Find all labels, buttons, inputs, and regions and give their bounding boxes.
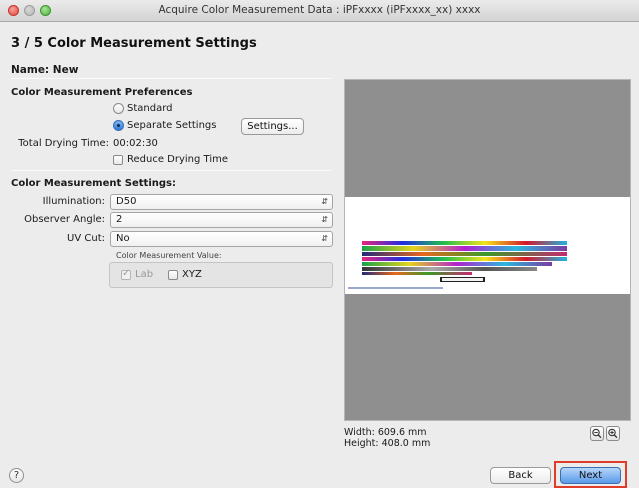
zoom-out-icon (592, 428, 602, 439)
print-preview (344, 79, 631, 421)
reduce-drying-checkbox-control[interactable] (113, 154, 123, 165)
uv-cut-select[interactable]: No ⇵ (110, 231, 333, 247)
color-chart-image (348, 241, 567, 289)
preview-width: Width: 609.6 mm (344, 427, 427, 438)
separate-settings-radio[interactable]: Separate Settings (113, 120, 216, 131)
divider (11, 78, 331, 79)
uv-cut-value: No (116, 233, 130, 244)
reduce-drying-label: Reduce Drying Time (127, 154, 229, 165)
help-button[interactable]: ? (9, 468, 24, 483)
drying-time-label: Total Drying Time: (18, 138, 109, 149)
lab-checkbox-control (121, 268, 131, 280)
zoom-in-icon (608, 428, 618, 439)
next-button-highlight (554, 461, 627, 488)
name-label: Name: New (11, 64, 79, 76)
observer-angle-label: Observer Angle: (24, 214, 105, 225)
observer-angle-select[interactable]: 2 ⇵ (110, 212, 333, 228)
settings-heading: Color Measurement Settings: (11, 178, 176, 189)
settings-button[interactable]: Settings... (241, 118, 304, 135)
observer-angle-value: 2 (116, 214, 123, 225)
illumination-value: D50 (116, 196, 137, 207)
xyz-checkbox[interactable]: XYZ (168, 269, 202, 280)
drying-time-value: 00:02:30 (113, 138, 158, 149)
divider (11, 170, 331, 171)
standard-radio-label: Standard (127, 103, 173, 114)
separate-settings-radio-control[interactable] (113, 120, 124, 131)
measurement-value-label: Color Measurement Value: (116, 251, 222, 260)
lab-label: Lab (135, 269, 154, 280)
preview-height: Height: 408.0 mm (344, 438, 431, 449)
illumination-label: Illumination: (42, 196, 105, 207)
select-arrows-icon: ⇵ (321, 197, 328, 206)
step-title: 3 / 5 Color Measurement Settings (11, 36, 257, 51)
standard-radio[interactable]: Standard (113, 103, 173, 114)
zoom-out-button[interactable] (590, 426, 604, 441)
standard-radio-control[interactable] (113, 103, 124, 114)
select-arrows-icon: ⇵ (321, 234, 328, 243)
select-arrows-icon: ⇵ (321, 215, 328, 224)
preferences-heading: Color Measurement Preferences (11, 87, 193, 98)
xyz-checkbox-control[interactable] (168, 269, 178, 280)
back-button[interactable]: Back (490, 467, 551, 484)
preview-margin-top (345, 80, 630, 197)
reduce-drying-checkbox[interactable]: Reduce Drying Time (113, 154, 228, 165)
zoom-in-button[interactable] (606, 426, 620, 441)
uv-cut-label: UV Cut: (67, 233, 105, 244)
illumination-select[interactable]: D50 ⇵ (110, 194, 333, 210)
window-title: Acquire Color Measurement Data : iPFxxxx… (158, 4, 481, 16)
preview-margin-bottom (345, 294, 630, 420)
xyz-label: XYZ (182, 269, 202, 280)
lab-checkbox: Lab (121, 268, 154, 280)
title-bar: Acquire Color Measurement Data : iPFxxxx… (0, 0, 639, 22)
separate-settings-radio-label: Separate Settings (127, 120, 217, 131)
